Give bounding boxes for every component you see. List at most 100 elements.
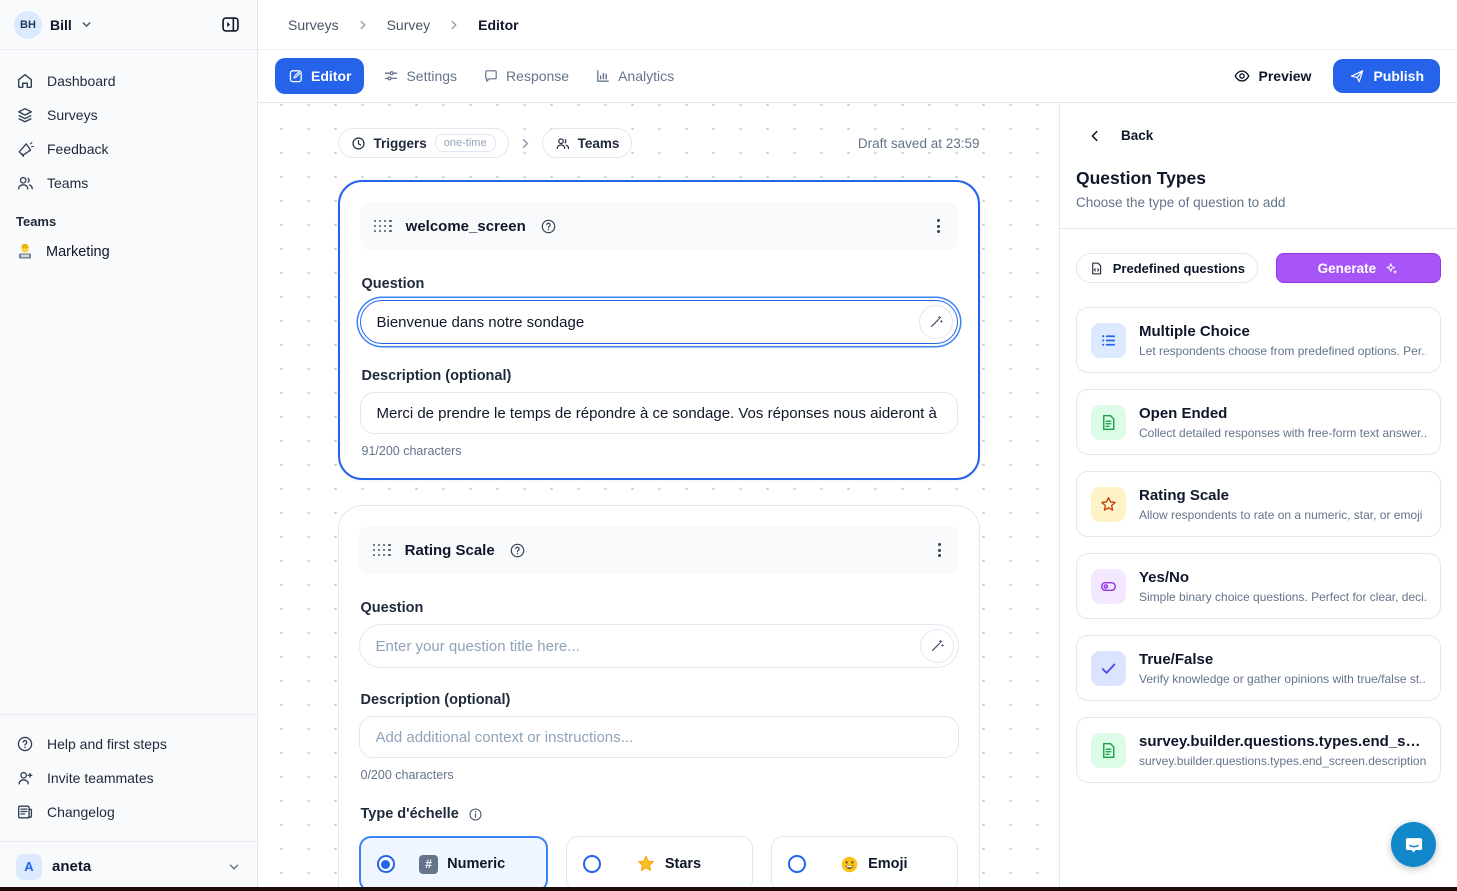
type-card-multiple-choice[interactable]: Multiple Choice Let respondents choose f… xyxy=(1076,307,1441,373)
help-circle-icon[interactable] xyxy=(509,542,526,559)
star-emoji-icon xyxy=(636,854,656,874)
list-icon xyxy=(1099,331,1118,350)
workspace-avatar: A xyxy=(16,854,42,880)
tab-editor[interactable]: Editor xyxy=(275,58,364,94)
breadcrumb-surveys[interactable]: Surveys xyxy=(288,17,339,33)
sidebar-item-surveys[interactable]: Surveys xyxy=(16,98,241,132)
question-card-title: welcome_screen xyxy=(406,218,526,235)
workspace-user-row[interactable]: BH Bill xyxy=(0,0,257,50)
window-bottom-edge xyxy=(0,887,1457,891)
publish-button[interactable]: Publish xyxy=(1333,59,1440,93)
avatar: BH xyxy=(14,11,42,39)
tab-response[interactable]: Response xyxy=(470,58,582,94)
sidebar-item-label: Help and first steps xyxy=(47,736,167,752)
team-label: Marketing xyxy=(46,244,110,260)
users-icon xyxy=(16,174,34,192)
scale-option-emoji[interactable]: Emoji xyxy=(771,836,958,891)
sidebar-item-changelog[interactable]: Changelog xyxy=(16,795,241,829)
predefined-questions-button[interactable]: Predefined questions xyxy=(1076,253,1258,283)
file-text-icon xyxy=(1099,413,1118,432)
back-button[interactable]: Back xyxy=(1060,103,1457,143)
preview-button[interactable]: Preview xyxy=(1233,67,1312,85)
question-title-input[interactable] xyxy=(360,300,958,344)
question-title-input[interactable] xyxy=(359,624,959,668)
chat-icon xyxy=(483,68,499,84)
chevron-right-icon xyxy=(518,136,533,151)
triggers-pill[interactable]: Triggers one-time xyxy=(338,128,509,158)
tab-analytics[interactable]: Analytics xyxy=(582,58,687,94)
pencil-square-icon xyxy=(288,68,304,84)
draft-status: Draft saved at 23:59 xyxy=(858,136,980,151)
user-name: Bill xyxy=(50,17,72,33)
send-icon xyxy=(1349,68,1365,84)
drag-handle-icon[interactable] xyxy=(373,544,391,557)
type-card-rating-scale[interactable]: Rating Scale Allow respondents to rate o… xyxy=(1076,471,1441,537)
bar-chart-icon xyxy=(595,68,611,84)
sidebar: BH Bill Dashboard Surveys Feedback Teams xyxy=(0,0,258,891)
tab-label: Settings xyxy=(406,68,457,84)
technologist-emoji-icon xyxy=(16,243,34,261)
sparkles-icon xyxy=(1384,261,1399,276)
file-code-icon xyxy=(1089,261,1104,276)
description-input[interactable] xyxy=(359,716,959,758)
card-menu-icon[interactable] xyxy=(933,215,944,237)
workspace-switcher[interactable]: A aneta xyxy=(0,841,257,891)
type-title: Open Ended xyxy=(1139,405,1426,422)
teams-pill[interactable]: Teams xyxy=(542,128,633,158)
ai-rewrite-button[interactable] xyxy=(920,629,954,663)
question-card-welcome-screen[interactable]: welcome_screen Question Description (opt… xyxy=(338,180,980,480)
info-icon[interactable] xyxy=(468,807,483,822)
card-menu-icon[interactable] xyxy=(934,539,945,561)
chevron-right-icon xyxy=(447,18,461,32)
chat-launcher-button[interactable] xyxy=(1391,822,1436,867)
collapse-sidebar-button[interactable] xyxy=(215,10,245,40)
sidebar-item-invite[interactable]: Invite teammates xyxy=(16,761,241,795)
user-plus-icon xyxy=(16,769,34,787)
scale-option-numeric[interactable]: # Numeric xyxy=(359,836,548,891)
sidebar-item-label: Feedback xyxy=(47,141,108,157)
sidebar-item-marketing[interactable]: Marketing xyxy=(16,235,241,269)
type-card-true-false[interactable]: True/False Verify knowledge or gather op… xyxy=(1076,635,1441,701)
scale-option-stars[interactable]: Stars xyxy=(566,836,753,891)
changelog-icon xyxy=(16,803,34,821)
workspace-name: aneta xyxy=(52,858,91,875)
panel-subtitle: Choose the type of question to add xyxy=(1060,195,1457,210)
breadcrumb-survey[interactable]: Survey xyxy=(387,17,431,33)
generate-button[interactable]: Generate xyxy=(1276,253,1441,283)
help-circle-icon[interactable] xyxy=(540,218,557,235)
chevron-down-icon xyxy=(227,860,241,874)
question-card-header: welcome_screen xyxy=(360,202,958,250)
drag-handle-icon[interactable] xyxy=(374,220,392,233)
tab-settings[interactable]: Settings xyxy=(370,58,470,94)
type-card-yes-no[interactable]: Yes/No Simple binary choice questions. P… xyxy=(1076,553,1441,619)
breadcrumb: Surveys Survey Editor xyxy=(258,0,1457,50)
file-text-icon xyxy=(1099,741,1118,760)
check-icon xyxy=(1099,659,1118,678)
sidebar-item-help[interactable]: Help and first steps xyxy=(16,727,241,761)
toggle-icon xyxy=(1099,577,1118,596)
question-card-rating-scale[interactable]: Rating Scale Question Description (optio… xyxy=(338,505,980,891)
panel-collapse-icon xyxy=(221,15,240,34)
home-icon xyxy=(16,72,34,90)
sidebar-item-teams[interactable]: Teams xyxy=(16,166,241,200)
sidebar-nav: Dashboard Surveys Feedback Teams Teams M… xyxy=(0,50,257,269)
char-counter: 0/200 characters xyxy=(361,768,957,782)
trigger-type-badge: one-time xyxy=(435,134,496,152)
type-description: survey.builder.questions.types.end_scree… xyxy=(1139,754,1426,768)
sidebar-item-feedback[interactable]: Feedback xyxy=(16,132,241,166)
option-label: Stars xyxy=(665,856,701,872)
tab-label: Response xyxy=(506,68,569,84)
eye-icon xyxy=(1233,67,1251,85)
hash-keycap-icon: # xyxy=(419,855,438,874)
description-input[interactable] xyxy=(360,392,958,434)
scale-type-label: Type d'échelle xyxy=(361,806,459,822)
ai-rewrite-button[interactable] xyxy=(919,305,953,339)
type-title: Yes/No xyxy=(1139,569,1426,586)
radio-selected-icon xyxy=(377,855,395,873)
sidebar-item-dashboard[interactable]: Dashboard xyxy=(16,64,241,98)
type-card-open-ended[interactable]: Open Ended Collect detailed responses wi… xyxy=(1076,389,1441,455)
type-title: Multiple Choice xyxy=(1139,323,1426,340)
type-description: Verify knowledge or gather opinions with… xyxy=(1139,672,1426,686)
type-card-end-screen[interactable]: survey.builder.questions.types.end_scr..… xyxy=(1076,717,1441,783)
question-label: Question xyxy=(362,276,956,292)
